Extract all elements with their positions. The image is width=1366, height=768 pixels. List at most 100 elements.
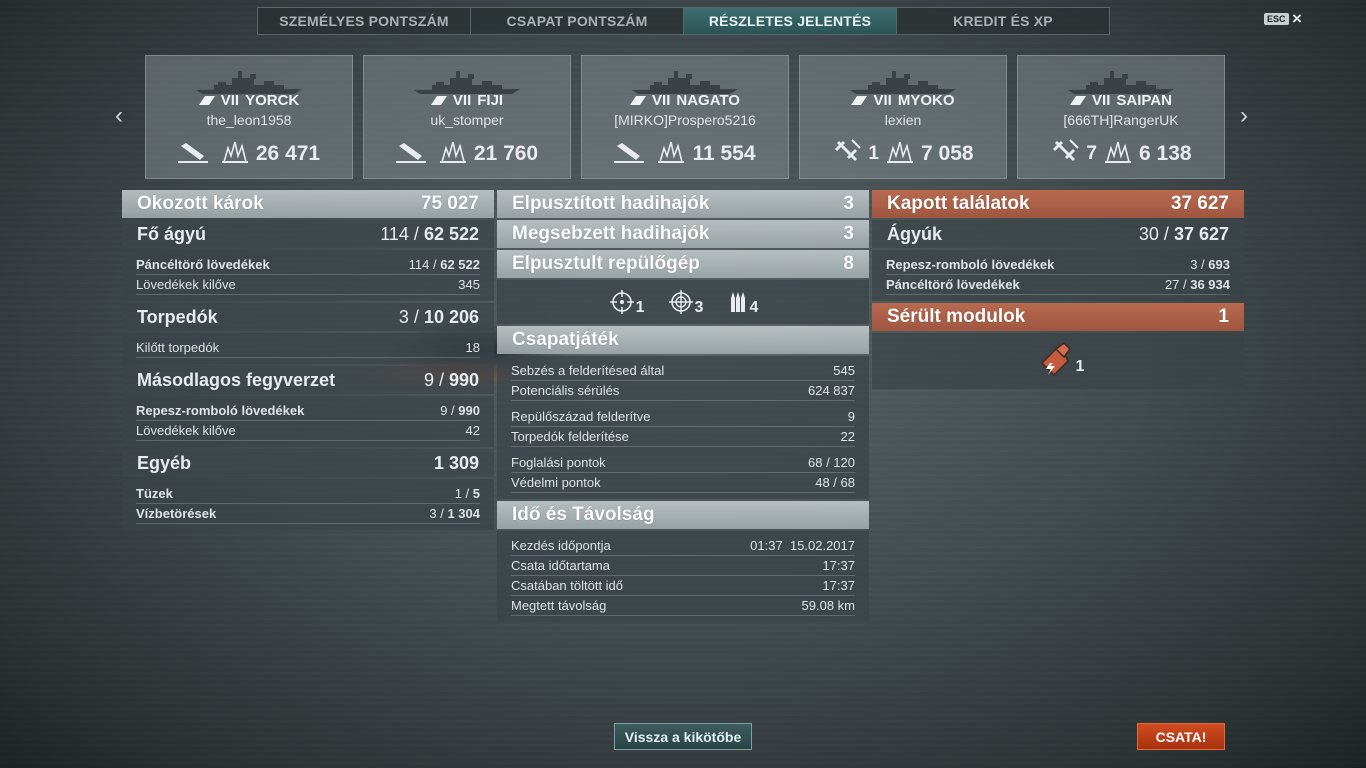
team-play-header: Csapatjáték bbox=[497, 326, 869, 354]
damage-value: 11 554 bbox=[692, 142, 756, 165]
ship-name: NAGATO bbox=[676, 92, 740, 109]
close-icon[interactable]: × bbox=[1292, 9, 1302, 29]
damage-value: 21 760 bbox=[473, 142, 539, 165]
ship-class-icon bbox=[630, 96, 647, 105]
esc-key-hint: ESC bbox=[1264, 13, 1289, 25]
time-distance-header: Idő és Távolság bbox=[497, 501, 869, 529]
stat-count: 7 bbox=[1086, 143, 1097, 164]
detail-row: Kezdés időpontja 01:37 15.02.2017 bbox=[511, 536, 855, 556]
ship-card[interactable]: VII YORCK the_leon1958 26 471 bbox=[145, 55, 353, 179]
ship-tier: VII bbox=[1092, 92, 1111, 109]
damaged-module-icon bbox=[1040, 342, 1071, 377]
detail-row: Lövedékek kilőve 42 bbox=[136, 421, 480, 441]
damage-icon bbox=[438, 138, 468, 170]
shot-down-plane-icon bbox=[1050, 138, 1080, 170]
tab-personal-score[interactable]: SZEMÉLYES PONTSZÁM bbox=[258, 8, 471, 34]
damage-icon bbox=[220, 138, 250, 170]
sunk-ship-icon bbox=[177, 138, 208, 170]
guns-details: Repesz-romboló lövedékek 3 / 693 Páncéltö… bbox=[872, 250, 1244, 301]
damage-value: 26 471 bbox=[255, 142, 321, 165]
ship-class-icon bbox=[430, 96, 447, 105]
damage-received-panel: Kapott találatok 37 627 Ágyúk 30 / 37 627 … bbox=[872, 190, 1244, 391]
damage-value: 6 138 bbox=[1139, 142, 1192, 165]
tab-team-score[interactable]: CSAPAT PONTSZÁM bbox=[471, 8, 684, 34]
next-ship-arrow-icon[interactable]: › bbox=[1240, 104, 1248, 128]
detail-row: Védelmi pontok 48 / 68 bbox=[511, 473, 855, 493]
damage-icon bbox=[885, 138, 915, 170]
main-battery-details: Páncéltörő lövedékek 114 / 62 522 Lövedék… bbox=[122, 250, 494, 301]
sunk-ship-icon bbox=[395, 138, 426, 170]
stat-count: 1 bbox=[868, 143, 879, 164]
detail-row: Repesz-romboló lövedékek 9 / 990 bbox=[136, 401, 480, 421]
tab-detailed-report[interactable]: RÉSZLETES JELENTÉS bbox=[684, 8, 897, 34]
ship-tier: VII bbox=[452, 92, 472, 109]
team-play-details: Sebzés a felderítésed által 545 Potenciál… bbox=[497, 356, 869, 499]
detail-row: Lövedékek kilőve 345 bbox=[136, 275, 480, 295]
detail-row: Kilőtt torpedók 18 bbox=[136, 338, 480, 358]
ship-name: FIJI bbox=[477, 92, 504, 109]
detail-row: Sebzés a felderítésed által 545 bbox=[511, 361, 855, 381]
back-to-port-button[interactable]: Vissza a kikötőbe bbox=[614, 723, 752, 750]
detail-row: Foglalási pontok 68 / 120 bbox=[511, 453, 855, 473]
ship-tier: VII bbox=[873, 92, 892, 109]
ribbon-item: 3 bbox=[668, 290, 703, 316]
player-name: uk_stomper bbox=[430, 112, 504, 128]
ship-name: YORCK bbox=[245, 92, 300, 109]
shot-down-plane-icon bbox=[832, 138, 862, 170]
damage-dealt-header: Okozott károk 75 027 bbox=[122, 190, 494, 218]
ship-card[interactable]: VII SAIPAN [666TH]RangerUK 7 6 138 bbox=[1017, 55, 1225, 179]
damage-icon bbox=[656, 138, 686, 170]
ship-card[interactable]: VII MYOKO lexien 1 7 058 bbox=[799, 55, 1007, 179]
player-name: the_leon1958 bbox=[206, 112, 292, 128]
prev-ship-arrow-icon[interactable]: ‹ bbox=[115, 104, 123, 128]
detail-row: Potenciális sérülés 624 837 bbox=[511, 381, 855, 401]
module-item: 1 bbox=[1034, 341, 1084, 381]
destroyed-ships-header: Elpusztított hadihajók 3 bbox=[497, 190, 869, 218]
guns-header: Ágyúk 30 / 37 627 bbox=[872, 220, 1244, 248]
damaged-modules-header: Sérült modulok 1 bbox=[872, 303, 1244, 331]
secondary-armament-header: Másodlagos fegyverzet 9 / 990 bbox=[122, 366, 494, 394]
team-play-panel: Elpusztított hadihajók 3 Megsebzett hadih… bbox=[497, 190, 869, 624]
detail-row: Torpedók felderítése 22 bbox=[511, 427, 855, 447]
detail-row: Csata időtartama 17:37 bbox=[511, 556, 855, 576]
ribbons-row: 1 3 4 bbox=[497, 280, 869, 324]
torpedoes-header: Torpedók 3 / 10 206 bbox=[122, 303, 494, 331]
damaged-ships-header: Megsebzett hadihajók 3 bbox=[497, 220, 869, 248]
ribbon-item: 4 bbox=[727, 290, 758, 316]
shells-icon bbox=[731, 292, 746, 312]
battle-button[interactable]: CSATA! bbox=[1137, 723, 1225, 750]
citadel-icon bbox=[668, 290, 693, 314]
detail-row: Vízbetörések 3 / 1 304 bbox=[136, 504, 480, 524]
damaged-modules-row: 1 bbox=[872, 333, 1244, 389]
destroyed-planes-header: Elpusztult repülőgép 8 bbox=[497, 250, 869, 278]
detail-row: Páncéltörő lövedékek 114 / 62 522 bbox=[136, 255, 480, 275]
main-battery-header: Fő ágyú 114 / 62 522 bbox=[122, 220, 494, 248]
other-details: Tüzek 1 / 5 Vízbetörések 3 / 1 304 bbox=[122, 479, 494, 530]
tab-credits-xp[interactable]: KREDIT ÉS XP bbox=[897, 8, 1109, 34]
player-name: [MIRKO]Prospero5216 bbox=[614, 112, 756, 128]
detail-row: Repülőszázad felderítve 9 bbox=[511, 407, 855, 427]
time-distance-details: Kezdés időpontja 01:37 15.02.2017 Csata i… bbox=[497, 531, 869, 622]
ribbon-item: 1 bbox=[609, 290, 645, 316]
damage-value: 7 058 bbox=[921, 142, 974, 165]
ship-class-icon bbox=[851, 96, 868, 105]
detail-row: Tüzek 1 / 5 bbox=[136, 484, 480, 504]
ship-card[interactable]: VII NAGATO [MIRKO]Prospero5216 11 554 bbox=[581, 55, 789, 179]
detail-row: Páncéltörő lövedékek 27 / 36 934 bbox=[886, 275, 1230, 295]
ship-card[interactable]: VII FIJI uk_stomper 21 760 bbox=[363, 55, 571, 179]
ship-class-icon bbox=[1070, 96, 1087, 105]
detail-row: Repesz-romboló lövedékek 3 / 693 bbox=[886, 255, 1230, 275]
tab-bar: SZEMÉLYES PONTSZÁM CSAPAT PONTSZÁM RÉSZL… bbox=[257, 7, 1110, 35]
player-name: lexien bbox=[884, 112, 922, 128]
ship-name: SAIPAN bbox=[1116, 92, 1172, 109]
ship-class-icon bbox=[198, 96, 215, 105]
ship-name: MYOKO bbox=[897, 92, 955, 109]
detail-row: Megtett távolság 59.08 km bbox=[511, 596, 855, 616]
damage-dealt-panel: Okozott károk 75 027 Fő ágyú 114 / 62 522 … bbox=[122, 190, 494, 532]
player-name: [666TH]RangerUK bbox=[1063, 112, 1179, 128]
sunk-ship-icon bbox=[614, 138, 645, 170]
crosshair-icon bbox=[609, 290, 634, 314]
ship-tier: VII bbox=[652, 92, 671, 109]
secondary-armament-details: Repesz-romboló lövedékek 9 / 990 Lövedéke… bbox=[122, 396, 494, 447]
other-header: Egyéb 1 309 bbox=[122, 449, 494, 477]
